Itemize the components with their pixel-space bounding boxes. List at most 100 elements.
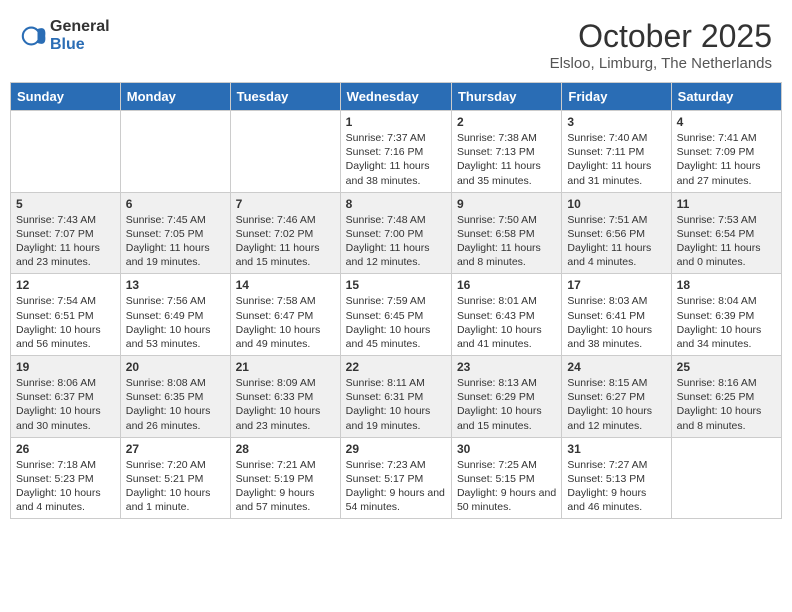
calendar-week-row: 1 Sunrise: 7:37 AM Sunset: 7:16 PM Daylig… (11, 111, 782, 193)
calendar-cell: 4 Sunrise: 7:41 AM Sunset: 7:09 PM Daylig… (671, 111, 781, 193)
calendar-cell: 17 Sunrise: 8:03 AM Sunset: 6:41 PM Dayli… (562, 274, 671, 356)
calendar-cell: 6 Sunrise: 7:45 AM Sunset: 7:05 PM Daylig… (120, 192, 230, 274)
day-number: 3 (567, 115, 665, 129)
day-number: 4 (677, 115, 776, 129)
day-info: Sunrise: 7:20 AM Sunset: 5:21 PM Dayligh… (126, 458, 225, 515)
day-number: 24 (567, 360, 665, 374)
calendar-week-row: 12 Sunrise: 7:54 AM Sunset: 6:51 PM Dayli… (11, 274, 782, 356)
day-info: Sunrise: 7:27 AM Sunset: 5:13 PM Dayligh… (567, 458, 665, 515)
day-info: Sunrise: 8:16 AM Sunset: 6:25 PM Dayligh… (677, 376, 776, 433)
day-number: 11 (677, 197, 776, 211)
title-block: October 2025 Elsloo, Limburg, The Nether… (550, 18, 772, 72)
calendar-cell (671, 437, 781, 519)
day-info: Sunrise: 7:40 AM Sunset: 7:11 PM Dayligh… (567, 131, 665, 188)
weekday-header: Sunday (11, 83, 121, 111)
logo-icon (20, 22, 48, 50)
day-number: 23 (457, 360, 556, 374)
day-number: 21 (236, 360, 335, 374)
day-number: 9 (457, 197, 556, 211)
calendar-week-row: 5 Sunrise: 7:43 AM Sunset: 7:07 PM Daylig… (11, 192, 782, 274)
day-info: Sunrise: 8:04 AM Sunset: 6:39 PM Dayligh… (677, 294, 776, 351)
calendar-cell: 8 Sunrise: 7:48 AM Sunset: 7:00 PM Daylig… (340, 192, 451, 274)
weekday-header-row: SundayMondayTuesdayWednesdayThursdayFrid… (11, 83, 782, 111)
calendar-cell: 31 Sunrise: 7:27 AM Sunset: 5:13 PM Dayli… (562, 437, 671, 519)
calendar-cell: 11 Sunrise: 7:53 AM Sunset: 6:54 PM Dayli… (671, 192, 781, 274)
day-number: 28 (236, 442, 335, 456)
logo-general: General (50, 18, 110, 36)
calendar-cell: 1 Sunrise: 7:37 AM Sunset: 7:16 PM Daylig… (340, 111, 451, 193)
calendar-cell: 18 Sunrise: 8:04 AM Sunset: 6:39 PM Dayli… (671, 274, 781, 356)
day-info: Sunrise: 7:58 AM Sunset: 6:47 PM Dayligh… (236, 294, 335, 351)
day-number: 22 (346, 360, 446, 374)
day-info: Sunrise: 7:50 AM Sunset: 6:58 PM Dayligh… (457, 213, 556, 270)
day-info: Sunrise: 7:45 AM Sunset: 7:05 PM Dayligh… (126, 213, 225, 270)
day-info: Sunrise: 7:46 AM Sunset: 7:02 PM Dayligh… (236, 213, 335, 270)
day-info: Sunrise: 7:21 AM Sunset: 5:19 PM Dayligh… (236, 458, 335, 515)
day-info: Sunrise: 7:56 AM Sunset: 6:49 PM Dayligh… (126, 294, 225, 351)
day-number: 25 (677, 360, 776, 374)
calendar-cell: 2Sunrise: 7:38 AM Sunset: 7:13 PM Daylig… (451, 111, 561, 193)
calendar-cell: 21 Sunrise: 8:09 AM Sunset: 6:33 PM Dayli… (230, 356, 340, 438)
day-info: Sunrise: 7:43 AM Sunset: 7:07 PM Dayligh… (16, 213, 115, 270)
day-number: 2 (457, 115, 556, 129)
day-info: Sunrise: 7:48 AM Sunset: 7:00 PM Dayligh… (346, 213, 446, 270)
day-number: 5 (16, 197, 115, 211)
day-number: 19 (16, 360, 115, 374)
logo: General Blue (20, 18, 110, 53)
weekday-header: Monday (120, 83, 230, 111)
logo-blue: Blue (50, 36, 110, 54)
day-number: 12 (16, 278, 115, 292)
calendar-cell (230, 111, 340, 193)
calendar-week-row: 19 Sunrise: 8:06 AM Sunset: 6:37 PM Dayli… (11, 356, 782, 438)
day-info: Sunrise: 8:03 AM Sunset: 6:41 PM Dayligh… (567, 294, 665, 351)
day-number: 15 (346, 278, 446, 292)
day-info: Sunrise: 7:53 AM Sunset: 6:54 PM Dayligh… (677, 213, 776, 270)
calendar-cell: 29 Sunrise: 7:23 AM Sunset: 5:17 PM Dayli… (340, 437, 451, 519)
day-number: 29 (346, 442, 446, 456)
day-number: 20 (126, 360, 225, 374)
day-info: Sunrise: 7:18 AM Sunset: 5:23 PM Dayligh… (16, 458, 115, 515)
calendar-table: SundayMondayTuesdayWednesdayThursdayFrid… (10, 82, 782, 519)
day-info: Sunrise: 7:23 AM Sunset: 5:17 PM Dayligh… (346, 458, 446, 515)
calendar-cell: 22 Sunrise: 8:11 AM Sunset: 6:31 PM Dayli… (340, 356, 451, 438)
day-info: Sunrise: 7:37 AM Sunset: 7:16 PM Dayligh… (346, 131, 446, 188)
day-number: 16 (457, 278, 556, 292)
day-info: Sunrise: 7:41 AM Sunset: 7:09 PM Dayligh… (677, 131, 776, 188)
calendar-cell: 20Sunrise: 8:08 AM Sunset: 6:35 PM Dayli… (120, 356, 230, 438)
calendar-cell (11, 111, 121, 193)
calendar-cell: 27Sunrise: 7:20 AM Sunset: 5:21 PM Dayli… (120, 437, 230, 519)
calendar-cell: 7Sunrise: 7:46 AM Sunset: 7:02 PM Daylig… (230, 192, 340, 274)
day-number: 17 (567, 278, 665, 292)
day-number: 1 (346, 115, 446, 129)
calendar-cell: 30Sunrise: 7:25 AM Sunset: 5:15 PM Dayli… (451, 437, 561, 519)
day-info: Sunrise: 7:54 AM Sunset: 6:51 PM Dayligh… (16, 294, 115, 351)
day-number: 10 (567, 197, 665, 211)
day-info: Sunrise: 8:09 AM Sunset: 6:33 PM Dayligh… (236, 376, 335, 433)
calendar-cell: 5 Sunrise: 7:43 AM Sunset: 7:07 PM Daylig… (11, 192, 121, 274)
day-number: 6 (126, 197, 225, 211)
day-info: Sunrise: 8:13 AM Sunset: 6:29 PM Dayligh… (457, 376, 556, 433)
calendar-cell: 15 Sunrise: 7:59 AM Sunset: 6:45 PM Dayli… (340, 274, 451, 356)
calendar-week-row: 26Sunrise: 7:18 AM Sunset: 5:23 PM Dayli… (11, 437, 782, 519)
calendar-cell (120, 111, 230, 193)
calendar-cell: 23 Sunrise: 8:13 AM Sunset: 6:29 PM Dayli… (451, 356, 561, 438)
day-info: Sunrise: 8:06 AM Sunset: 6:37 PM Dayligh… (16, 376, 115, 433)
calendar-cell: 26Sunrise: 7:18 AM Sunset: 5:23 PM Dayli… (11, 437, 121, 519)
weekday-header: Wednesday (340, 83, 451, 111)
calendar-cell: 19 Sunrise: 8:06 AM Sunset: 6:37 PM Dayli… (11, 356, 121, 438)
day-number: 8 (346, 197, 446, 211)
day-info: Sunrise: 7:25 AM Sunset: 5:15 PM Dayligh… (457, 458, 556, 515)
page-header: General Blue October 2025 Elsloo, Limbur… (10, 10, 782, 76)
day-info: Sunrise: 7:51 AM Sunset: 6:56 PM Dayligh… (567, 213, 665, 270)
day-number: 18 (677, 278, 776, 292)
day-number: 31 (567, 442, 665, 456)
day-info: Sunrise: 7:59 AM Sunset: 6:45 PM Dayligh… (346, 294, 446, 351)
day-number: 14 (236, 278, 335, 292)
calendar-cell: 3 Sunrise: 7:40 AM Sunset: 7:11 PM Daylig… (562, 111, 671, 193)
day-info: Sunrise: 8:11 AM Sunset: 6:31 PM Dayligh… (346, 376, 446, 433)
weekday-header: Thursday (451, 83, 561, 111)
weekday-header: Tuesday (230, 83, 340, 111)
calendar-cell: 28 Sunrise: 7:21 AM Sunset: 5:19 PM Dayli… (230, 437, 340, 519)
day-info: Sunrise: 8:15 AM Sunset: 6:27 PM Dayligh… (567, 376, 665, 433)
calendar-cell: 9 Sunrise: 7:50 AM Sunset: 6:58 PM Daylig… (451, 192, 561, 274)
